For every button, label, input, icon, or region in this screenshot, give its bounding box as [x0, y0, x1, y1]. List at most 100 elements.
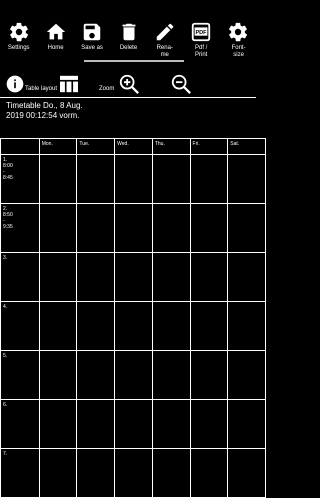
corner-cell: [0, 138, 40, 155]
lesson-cell[interactable]: [227, 350, 266, 400]
lesson-cell[interactable]: [151, 399, 191, 449]
period-row: 1. 8:00 - 8:45: [0, 154, 266, 204]
lesson-cell[interactable]: [114, 154, 153, 204]
table-layout-icon: [60, 75, 78, 93]
font-size-label: Font-size: [231, 45, 246, 58]
lesson-cell[interactable]: [38, 252, 78, 302]
lesson-cell[interactable]: [38, 399, 78, 449]
lesson-cell[interactable]: [189, 252, 229, 302]
lesson-cell[interactable]: [189, 399, 229, 449]
zoom-out-button[interactable]: [170, 73, 192, 100]
pdf-icon: PDF: [192, 22, 211, 42]
lesson-cell[interactable]: [227, 399, 266, 449]
day-header-row: Mon. Tue. Wed. Thu. Fri. Sat.: [0, 138, 266, 155]
period-row: 5.: [0, 350, 266, 400]
timetable-title-line1: Timetable Do., 8 Aug.: [6, 101, 83, 110]
lesson-cell[interactable]: [76, 399, 116, 449]
rename-label: Rena-me: [156, 45, 173, 58]
delete-button[interactable]: Delete: [110, 0, 146, 66]
lesson-cell[interactable]: [38, 350, 78, 400]
lesson-cell[interactable]: [114, 203, 153, 253]
lesson-cell[interactable]: [76, 448, 116, 498]
lesson-cell[interactable]: [151, 252, 191, 302]
period-row: 6.: [0, 399, 266, 449]
day-header-sat[interactable]: Sat.: [227, 138, 266, 155]
table-layout-label: Table layout: [25, 86, 58, 92]
timetable-title: Timetable Do., 8 Aug. 2019 00:12:54 vorm…: [6, 101, 83, 121]
settings-button[interactable]: Settings: [0, 0, 37, 66]
lesson-cell[interactable]: [114, 301, 153, 351]
period-cell[interactable]: 4.: [0, 301, 40, 351]
period-row: 4.: [0, 301, 266, 351]
lesson-cell[interactable]: [227, 203, 266, 253]
lesson-cell[interactable]: [38, 154, 78, 204]
save-as-button[interactable]: Save as: [74, 0, 110, 66]
period-row: 2. 8:50 - 9:35: [0, 203, 266, 253]
lesson-cell[interactable]: [114, 399, 153, 449]
timetable-title-line2: 2019 00:12:54 vorm.: [6, 111, 80, 120]
lesson-cell[interactable]: [227, 448, 266, 498]
period-label: 6.: [3, 402, 8, 408]
pencil-icon: [156, 23, 174, 41]
period-label: 7.: [3, 451, 8, 457]
lesson-cell[interactable]: [38, 448, 78, 498]
lesson-cell[interactable]: [227, 301, 266, 351]
lesson-cell[interactable]: [114, 448, 153, 498]
lesson-cell[interactable]: [189, 203, 229, 253]
lesson-cell[interactable]: [189, 448, 229, 498]
period-cell[interactable]: 7.: [0, 448, 40, 498]
timetable-header: Timetable Do., 8 Aug. 2019 00:12:54 vorm…: [0, 97, 256, 134]
save-as-label: Save as: [81, 45, 103, 51]
lesson-cell[interactable]: [38, 203, 78, 253]
timetable-grid: Mon. Tue. Wed. Thu. Fri. Sat. 1. 8:00 - …: [0, 138, 266, 498]
period-end: 9:35: [3, 224, 13, 230]
lesson-cell[interactable]: [76, 301, 116, 351]
period-row: 3.: [0, 252, 266, 302]
top-toolbar: Settings Home Save as Delete Rena-me PDF…: [0, 0, 256, 66]
lesson-cell[interactable]: [189, 301, 229, 351]
zoom-in-icon: [119, 74, 139, 94]
period-cell[interactable]: 6.: [0, 399, 40, 449]
lesson-cell[interactable]: [151, 301, 191, 351]
period-cell[interactable]: 2. 8:50 - 9:35: [0, 203, 40, 253]
zoom-in-button[interactable]: [118, 73, 140, 100]
font-size-button[interactable]: Font-size: [220, 0, 256, 66]
pdf-print-label: Pdf / Print: [195, 45, 208, 58]
lesson-cell[interactable]: [151, 154, 191, 204]
day-header-fri[interactable]: Fri.: [189, 138, 229, 155]
period-cell[interactable]: 5.: [0, 350, 40, 400]
lesson-cell[interactable]: [76, 252, 116, 302]
day-header-tue[interactable]: Tue.: [76, 138, 116, 155]
secondary-toolbar: Table layout Zoom: [0, 72, 256, 98]
home-button[interactable]: Home: [37, 0, 73, 66]
lesson-cell[interactable]: [76, 350, 116, 400]
lesson-cell[interactable]: [151, 203, 191, 253]
lesson-cell[interactable]: [114, 252, 153, 302]
lesson-cell[interactable]: [227, 252, 266, 302]
lesson-cell[interactable]: [76, 154, 116, 204]
lesson-cell[interactable]: [151, 350, 191, 400]
lesson-cell[interactable]: [114, 350, 153, 400]
settings-label: Settings: [7, 45, 30, 51]
day-header-thu[interactable]: Thu.: [151, 138, 191, 155]
day-header-mon[interactable]: Mon.: [38, 138, 78, 155]
period-row: 7.: [0, 448, 266, 498]
lesson-cell[interactable]: [76, 203, 116, 253]
period-cell[interactable]: 3.: [0, 252, 40, 302]
lesson-cell[interactable]: [151, 448, 191, 498]
lesson-cell[interactable]: [189, 154, 229, 204]
day-header-wed[interactable]: Wed.: [114, 138, 153, 155]
gear-icon: [9, 22, 28, 42]
delete-label: Delete: [119, 45, 138, 51]
info-button[interactable]: [5, 74, 25, 99]
save-icon: [83, 23, 101, 41]
home-label: Home: [47, 45, 64, 51]
timetable-table: Mon. Tue. Wed. Thu. Fri. Sat. 1. 8:00 - …: [0, 138, 266, 498]
period-cell[interactable]: 1. 8:00 - 8:45: [0, 154, 40, 204]
lesson-cell[interactable]: [189, 350, 229, 400]
table-layout-button[interactable]: [59, 75, 79, 98]
lesson-cell[interactable]: [227, 154, 266, 204]
lesson-cell[interactable]: [38, 301, 78, 351]
rename-button[interactable]: Rena-me: [147, 0, 183, 66]
pdf-print-button[interactable]: PDF Pdf / Print: [183, 0, 219, 66]
